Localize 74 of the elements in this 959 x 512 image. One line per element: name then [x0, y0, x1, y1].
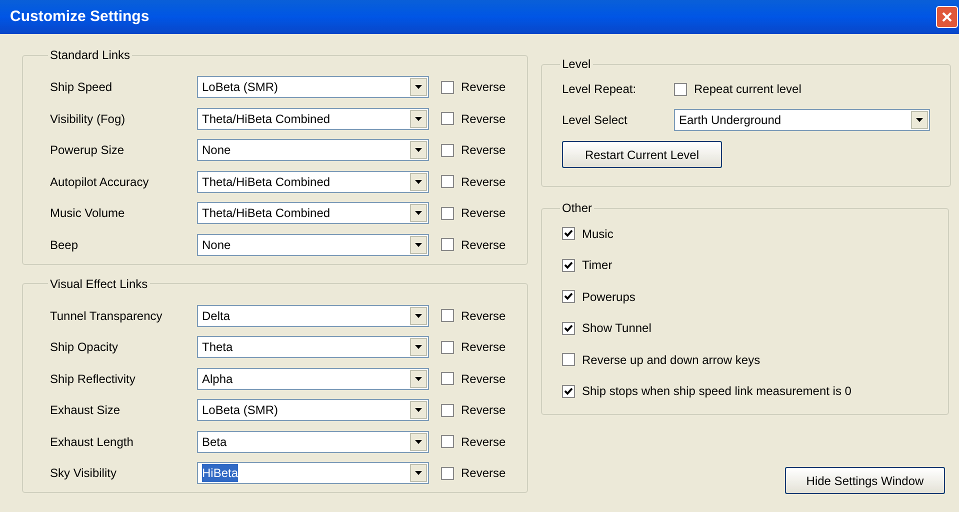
checkbox[interactable]: [674, 82, 687, 96]
checkbox-label: Ship stops when ship speed link measurement is 0: [582, 383, 852, 400]
field-label: Visibility (Fog): [50, 110, 126, 128]
group-title: Level: [561, 56, 592, 73]
checkbox[interactable]: [441, 144, 454, 156]
checkbox[interactable]: [441, 404, 454, 416]
field-label: Level Select: [562, 112, 628, 129]
checkbox[interactable]: [562, 322, 575, 334]
dropdown[interactable]: HiBeta: [197, 462, 429, 484]
dropdown[interactable]: Theta/HiBeta Combined: [197, 170, 429, 192]
dropdown[interactable]: Delta: [197, 304, 429, 326]
close-icon: [941, 11, 953, 23]
dropdown[interactable]: Earth Underground: [674, 109, 930, 131]
dropdown[interactable]: Theta: [197, 336, 429, 358]
group-title: Other: [561, 200, 594, 217]
checkbox[interactable]: [441, 435, 454, 448]
checkbox-label: Reverse up and down arrow keys: [582, 352, 760, 368]
group-title: Standard Links: [49, 47, 132, 64]
dropdown[interactable]: LoBeta (SMR): [197, 76, 429, 98]
field-label: Exhaust Length: [50, 434, 134, 450]
checkbox[interactable]: [441, 206, 454, 220]
checkbox-label: Reverse: [461, 339, 506, 356]
field-label: Ship Reflectivity: [50, 370, 136, 388]
checkbox[interactable]: [441, 309, 454, 322]
checkbox-label: Reverse: [461, 174, 506, 190]
checkbox[interactable]: [562, 290, 575, 303]
window-title: Customize Settings: [10, 6, 150, 27]
field-label: Beep: [50, 236, 80, 254]
checkbox[interactable]: [441, 80, 454, 94]
checkbox[interactable]: [562, 227, 575, 240]
checkbox[interactable]: [441, 340, 454, 354]
field-label: Music Volume: [50, 205, 126, 222]
checkbox-label: Reverse: [461, 110, 506, 128]
checkbox-label: Repeat current level: [694, 81, 802, 98]
field-label: Ship Opacity: [50, 339, 120, 356]
dropdown[interactable]: Theta/HiBeta Combined: [197, 202, 429, 224]
checkbox-label: Show Tunnel: [582, 320, 652, 337]
checkbox[interactable]: [441, 238, 454, 251]
checkbox[interactable]: [562, 353, 575, 366]
dropdown[interactable]: LoBeta (SMR): [197, 399, 429, 421]
field-label: Autopilot Accuracy: [50, 174, 150, 190]
close-button[interactable]: [936, 6, 958, 28]
checkbox[interactable]: [441, 112, 454, 125]
field-label: Ship Speed: [50, 79, 114, 96]
dropdown[interactable]: None: [197, 234, 429, 256]
checkbox[interactable]: [562, 384, 575, 398]
dropdown[interactable]: Alpha: [197, 368, 429, 390]
group-title: Visual Effect Links: [49, 276, 149, 292]
field-label: Level Repeat:: [562, 81, 638, 98]
checkbox-label: Reverse: [461, 79, 506, 96]
checkbox[interactable]: [441, 466, 454, 480]
dropdown[interactable]: None: [197, 139, 429, 161]
field-label: Sky Visibility: [50, 465, 118, 482]
dropdown[interactable]: Beta: [197, 430, 429, 452]
checkbox[interactable]: [441, 175, 454, 188]
checkbox-label: Reverse: [461, 236, 506, 254]
checkbox-label: Reverse: [461, 402, 506, 419]
dropdown[interactable]: Theta/HiBeta Combined: [197, 108, 429, 130]
hide-settings-button[interactable]: Hide Settings Window: [785, 467, 945, 494]
restart-level-button[interactable]: Restart Current Level: [562, 141, 722, 168]
checkbox-label: Reverse: [461, 142, 506, 159]
field-label: Tunnel Transparency: [50, 308, 164, 324]
checkbox-label: Powerups: [582, 288, 636, 306]
field-label: Exhaust Size: [50, 402, 122, 419]
checkbox-label: Timer: [582, 257, 612, 274]
checkbox-label: Reverse: [461, 205, 506, 222]
checkbox-label: Reverse: [461, 370, 506, 388]
checkbox-label: Reverse: [461, 308, 506, 324]
checkbox[interactable]: [562, 258, 575, 272]
checkbox-label: Music: [582, 226, 614, 242]
field-label: Powerup Size: [50, 142, 126, 159]
checkbox-label: Reverse: [461, 465, 506, 482]
checkbox-label: Reverse: [461, 434, 506, 450]
checkbox[interactable]: [441, 372, 454, 385]
